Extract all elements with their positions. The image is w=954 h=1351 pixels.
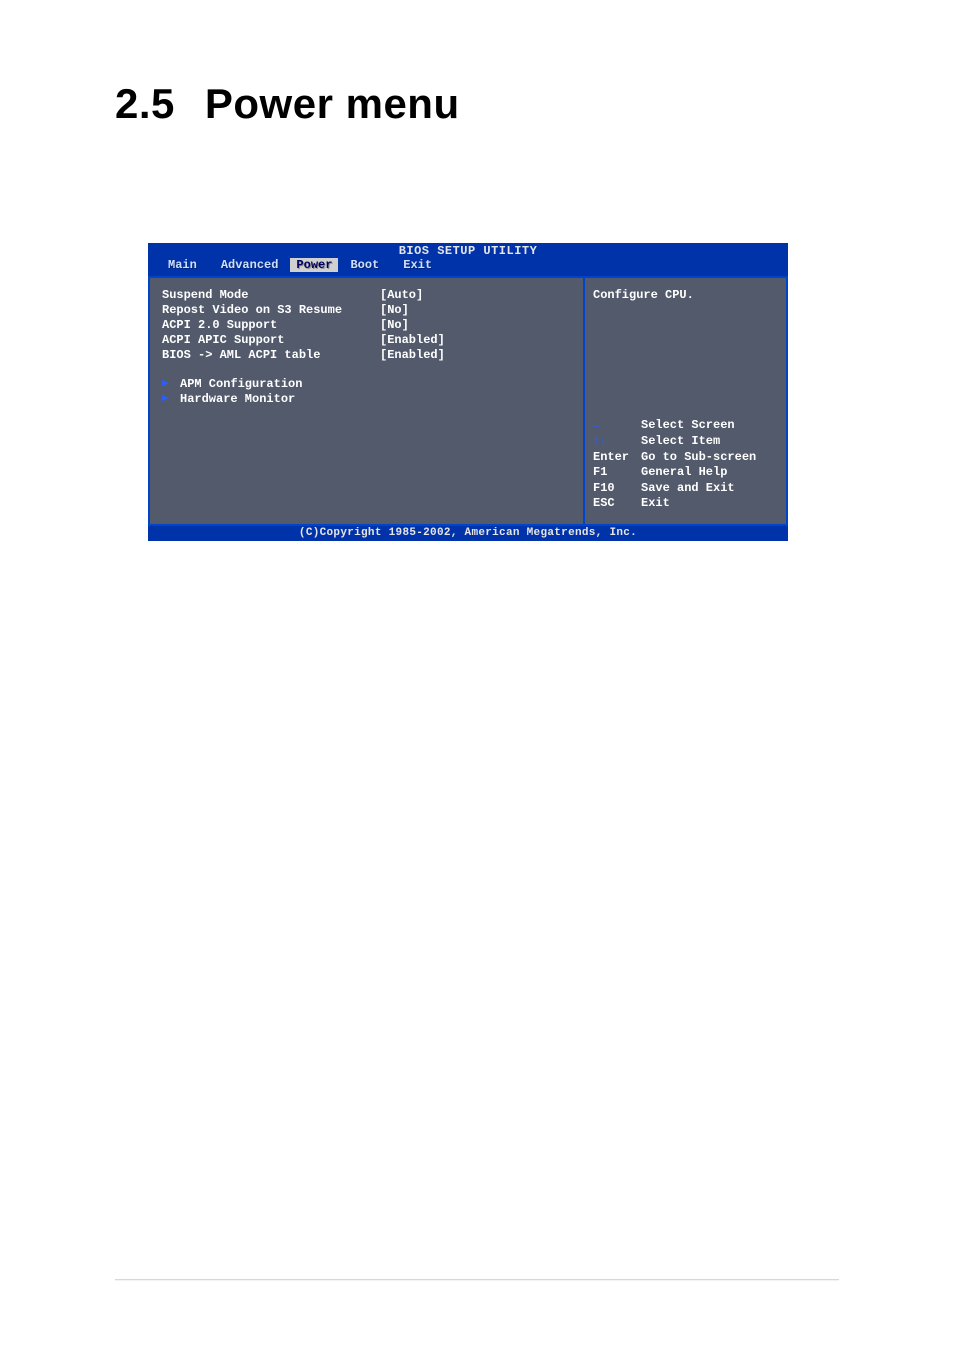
section-number: 2.5 bbox=[115, 80, 175, 127]
nav-key: F10 bbox=[593, 481, 641, 497]
tab-exit[interactable]: Exit bbox=[391, 258, 444, 272]
tab-boot[interactable]: Boot bbox=[338, 258, 391, 272]
setting-label: ACPI 2.0 Support bbox=[162, 318, 380, 333]
nav-action: Go to Sub-screen bbox=[641, 450, 756, 466]
arrow-left-icon: ← bbox=[593, 419, 600, 433]
bios-window: BIOS SETUP UTILITY Main Advanced Power B… bbox=[148, 243, 788, 541]
nav-action: Exit bbox=[641, 496, 670, 512]
tab-advanced[interactable]: Advanced bbox=[209, 258, 291, 272]
spacer bbox=[162, 363, 571, 377]
nav-enter: Enter Go to Sub-screen bbox=[593, 450, 778, 466]
nav-select-item: ↑↓ Select Item bbox=[593, 434, 778, 450]
nav-action: General Help bbox=[641, 465, 727, 481]
triangle-right-icon: ▶ bbox=[162, 393, 180, 407]
tab-power[interactable]: Power bbox=[290, 258, 338, 272]
nav-help: ← Select Screen ↑↓ Select Item Enter Go … bbox=[593, 418, 778, 512]
section-title: Power menu bbox=[205, 80, 460, 127]
tab-main[interactable]: Main bbox=[156, 258, 209, 272]
bios-tabs: Main Advanced Power Boot Exit bbox=[148, 258, 788, 274]
bios-right-pane: Configure CPU. ← Select Screen ↑↓ Select… bbox=[583, 276, 788, 526]
nav-esc: ESC Exit bbox=[593, 496, 778, 512]
nav-f10: F10 Save and Exit bbox=[593, 481, 778, 497]
setting-acpi-apic[interactable]: ACPI APIC Support [Enabled] bbox=[162, 333, 571, 348]
bios-left-pane: Suspend Mode [Auto] Repost Video on S3 R… bbox=[148, 276, 583, 526]
setting-label: ACPI APIC Support bbox=[162, 333, 380, 348]
setting-suspend-mode[interactable]: Suspend Mode [Auto] bbox=[162, 288, 571, 303]
nav-key: ← bbox=[593, 418, 641, 434]
submenu-label: APM Configuration bbox=[180, 377, 302, 392]
setting-value: [No] bbox=[380, 318, 409, 333]
setting-bios-aml[interactable]: BIOS -> AML ACPI table [Enabled] bbox=[162, 348, 571, 363]
nav-action: Select Screen bbox=[641, 418, 735, 434]
nav-action: Select Item bbox=[641, 434, 720, 450]
nav-f1: F1 General Help bbox=[593, 465, 778, 481]
setting-value: [Enabled] bbox=[380, 348, 445, 363]
setting-label: Repost Video on S3 Resume bbox=[162, 303, 380, 318]
setting-repost-video[interactable]: Repost Video on S3 Resume [No] bbox=[162, 303, 571, 318]
nav-key: ↑↓ bbox=[593, 434, 641, 450]
submenu-hardware-monitor[interactable]: ▶ Hardware Monitor bbox=[162, 392, 571, 407]
nav-action: Save and Exit bbox=[641, 481, 735, 497]
bios-footer: (C)Copyright 1985-2002, American Megatre… bbox=[148, 526, 788, 541]
bios-body: Suspend Mode [Auto] Repost Video on S3 R… bbox=[148, 274, 788, 526]
nav-key: ESC bbox=[593, 496, 641, 512]
submenu-label: Hardware Monitor bbox=[180, 392, 295, 407]
triangle-right-icon: ▶ bbox=[162, 378, 180, 392]
setting-value: [Enabled] bbox=[380, 333, 445, 348]
setting-label: Suspend Mode bbox=[162, 288, 380, 303]
submenu-apm-configuration[interactable]: ▶ APM Configuration bbox=[162, 377, 571, 392]
setting-acpi-20[interactable]: ACPI 2.0 Support [No] bbox=[162, 318, 571, 333]
setting-value: [Auto] bbox=[380, 288, 423, 303]
setting-label: BIOS -> AML ACPI table bbox=[162, 348, 380, 363]
help-text: Configure CPU. bbox=[593, 288, 778, 303]
page-heading: 2.5 Power menu bbox=[115, 80, 460, 128]
arrow-updown-icon: ↑↓ bbox=[593, 435, 606, 449]
setting-value: [No] bbox=[380, 303, 409, 318]
nav-key: F1 bbox=[593, 465, 641, 481]
nav-select-screen: ← Select Screen bbox=[593, 418, 778, 434]
nav-key: Enter bbox=[593, 450, 641, 466]
bios-title: BIOS SETUP UTILITY bbox=[148, 243, 788, 258]
horizontal-rule bbox=[115, 1279, 839, 1281]
